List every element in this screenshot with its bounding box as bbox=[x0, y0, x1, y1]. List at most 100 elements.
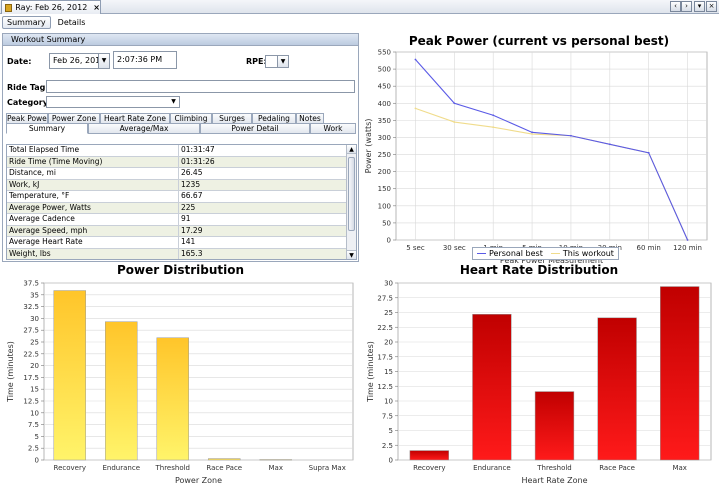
data-point bbox=[647, 151, 650, 154]
view-tabs: Summary Details bbox=[2, 16, 92, 29]
time-field[interactable]: 2:07:36 PM bbox=[113, 51, 177, 69]
category-label: Category: bbox=[7, 98, 52, 107]
data-point bbox=[414, 107, 417, 110]
table-row[interactable]: Average Heart Rate 141 bbox=[7, 237, 348, 249]
y-tick-label: 450 bbox=[378, 83, 391, 91]
y-tick-label: 10 bbox=[384, 398, 393, 406]
table-row[interactable]: Work, kJ 1235 bbox=[7, 179, 348, 191]
legend-label: Personal best bbox=[489, 249, 543, 258]
subtab-average-max[interactable]: Average/Max bbox=[88, 123, 200, 134]
row-label: Weight, lbs bbox=[7, 248, 179, 259]
document-tab-title: Ray: Feb 26, 2012 bbox=[15, 3, 88, 12]
summary-table: Total Elapsed Time 01:31:47 Ride Time (Tim… bbox=[6, 144, 357, 260]
y-tick-label: 2.5 bbox=[382, 442, 393, 450]
y-tick-label: 0 bbox=[387, 237, 391, 245]
y-tick-label: 15 bbox=[30, 386, 39, 394]
y-tick-label: 17.5 bbox=[23, 374, 39, 382]
x-axis-label: Power Zone bbox=[175, 476, 222, 485]
row-label: Distance, mi bbox=[7, 168, 179, 179]
y-tick-label: 50 bbox=[382, 219, 391, 227]
document-tab[interactable]: Ray: Feb 26, 2012 × bbox=[1, 0, 101, 14]
ride-tag-label: Ride Tag: bbox=[7, 83, 49, 92]
y-tick-label: 17.5 bbox=[377, 353, 393, 361]
table-row[interactable]: Average Speed, mph 17.29 bbox=[7, 225, 348, 237]
x-axis-label: Heart Rate Zone bbox=[521, 476, 587, 485]
scroll-down-icon[interactable]: ▼ bbox=[347, 250, 356, 259]
category-select[interactable]: ▼ bbox=[46, 96, 180, 108]
workout-summary-header: Workout Summary bbox=[3, 34, 358, 46]
date-picker[interactable]: Feb 26, 2012 ▼ bbox=[49, 53, 110, 69]
data-point bbox=[453, 121, 456, 123]
table-scrollbar[interactable]: ▲ ▼ bbox=[346, 145, 356, 259]
row-value: 1235 bbox=[181, 179, 201, 189]
y-tick-label: 27.5 bbox=[377, 294, 393, 302]
y-tick-label: 5 bbox=[389, 427, 393, 435]
table-row[interactable]: Weight, lbs 165.3 bbox=[7, 248, 348, 259]
y-tick-label: 30 bbox=[384, 280, 393, 288]
chevron-down-icon[interactable]: ▼ bbox=[98, 54, 109, 68]
bar-race-pace bbox=[597, 317, 637, 461]
y-tick-label: 2.5 bbox=[28, 445, 39, 453]
x-tick-label: 5 sec bbox=[406, 244, 425, 252]
document-tab-strip: Ray: Feb 26, 2012 × ‹ › ▾ × bbox=[0, 0, 719, 14]
rpe-label: RPE: bbox=[246, 57, 267, 66]
workout-summary-panel: Workout Summary Date: Feb 26, 2012 ▼ 2:0… bbox=[2, 33, 359, 262]
rpe-select[interactable]: ▼ bbox=[265, 55, 289, 68]
close-window-icon[interactable]: × bbox=[706, 1, 717, 12]
subtab-work[interactable]: Work bbox=[310, 123, 356, 134]
legend-swatch bbox=[550, 253, 560, 254]
chevron-down-icon[interactable]: ▼ bbox=[277, 56, 288, 67]
y-tick-label: 550 bbox=[378, 49, 391, 57]
table-row[interactable]: Total Elapsed Time 01:31:47 bbox=[7, 145, 348, 157]
hr-distribution-chart: Heart Rate Distribution 0 2.5 5 7.5 10 12.5 15… bbox=[362, 262, 716, 490]
data-point bbox=[570, 134, 572, 137]
table-row[interactable]: Ride Time (Time Moving) 01:31:26 bbox=[7, 156, 348, 168]
peak-power-plot: 0 50 100 150 200 250 300 350 400 450 500 550 5 sec 30… bbox=[364, 49, 708, 264]
y-tick-label: 250 bbox=[378, 151, 391, 159]
data-point bbox=[492, 126, 495, 129]
close-tab-icon[interactable]: × bbox=[93, 3, 100, 12]
bar-threshold bbox=[534, 391, 575, 461]
legend-personal-best: Personal best bbox=[477, 249, 543, 258]
tab-details[interactable]: Details bbox=[53, 16, 91, 29]
chevron-down-icon[interactable]: ▼ bbox=[168, 97, 179, 107]
table-row[interactable]: Distance, mi 26.45 bbox=[7, 168, 348, 180]
table-row[interactable]: Average Cadence 91 bbox=[7, 214, 348, 226]
x-tick-label: Endurance bbox=[473, 464, 511, 472]
workout-icon bbox=[5, 3, 13, 12]
hr-distribution-plot: 0 2.5 5 7.5 10 12.5 15 17.5 20 22.5 25 27.5 30 Recove… bbox=[366, 280, 712, 485]
scroll-up-icon[interactable]: ▲ bbox=[347, 145, 356, 154]
subtab-summary[interactable]: Summary bbox=[6, 123, 88, 134]
x-tick-label: 120 min bbox=[673, 244, 702, 252]
row-label: Ride Time (Time Moving) bbox=[7, 156, 179, 167]
bar-max bbox=[660, 286, 700, 461]
row-label: Average Cadence bbox=[7, 214, 179, 225]
y-axis-label: Power (watts) bbox=[364, 119, 373, 174]
time-value: 2:07:36 PM bbox=[117, 55, 163, 64]
y-tick-label: 10 bbox=[30, 409, 39, 417]
y-tick-label: 150 bbox=[378, 185, 391, 193]
bar-recovery bbox=[409, 450, 449, 461]
x-tick-label: Recovery bbox=[54, 464, 86, 472]
x-tick-label: Race Pace bbox=[206, 464, 242, 472]
y-tick-label: 0 bbox=[35, 457, 39, 465]
scroll-left-icon[interactable]: ‹ bbox=[670, 1, 681, 12]
scroll-right-icon[interactable]: › bbox=[681, 1, 692, 12]
data-point bbox=[608, 143, 611, 146]
row-value: 165.3 bbox=[181, 248, 203, 258]
row-label: Temperature, °F bbox=[7, 191, 179, 202]
legend-label: This workout bbox=[562, 249, 614, 258]
power-distribution-chart: Power Distribution 0 2.5 5 7.5 10 12.5 15 17.5 2… bbox=[2, 262, 359, 490]
bar-max bbox=[259, 459, 292, 461]
y-tick-label: 200 bbox=[378, 168, 391, 176]
x-tick-label: Threshold bbox=[155, 464, 191, 472]
y-tick-label: 7.5 bbox=[28, 421, 39, 429]
ride-tag-input[interactable] bbox=[46, 80, 355, 93]
table-row[interactable]: Average Power, Watts 225 bbox=[7, 202, 348, 214]
scrollbar-thumb[interactable] bbox=[348, 157, 355, 231]
subtab-power-detail[interactable]: Power Detail bbox=[200, 123, 310, 134]
tab-summary[interactable]: Summary bbox=[2, 16, 51, 29]
table-row[interactable]: Temperature, °F 66.67 bbox=[7, 191, 348, 203]
dropdown-icon[interactable]: ▾ bbox=[694, 1, 705, 12]
y-tick-label: 100 bbox=[378, 202, 391, 210]
